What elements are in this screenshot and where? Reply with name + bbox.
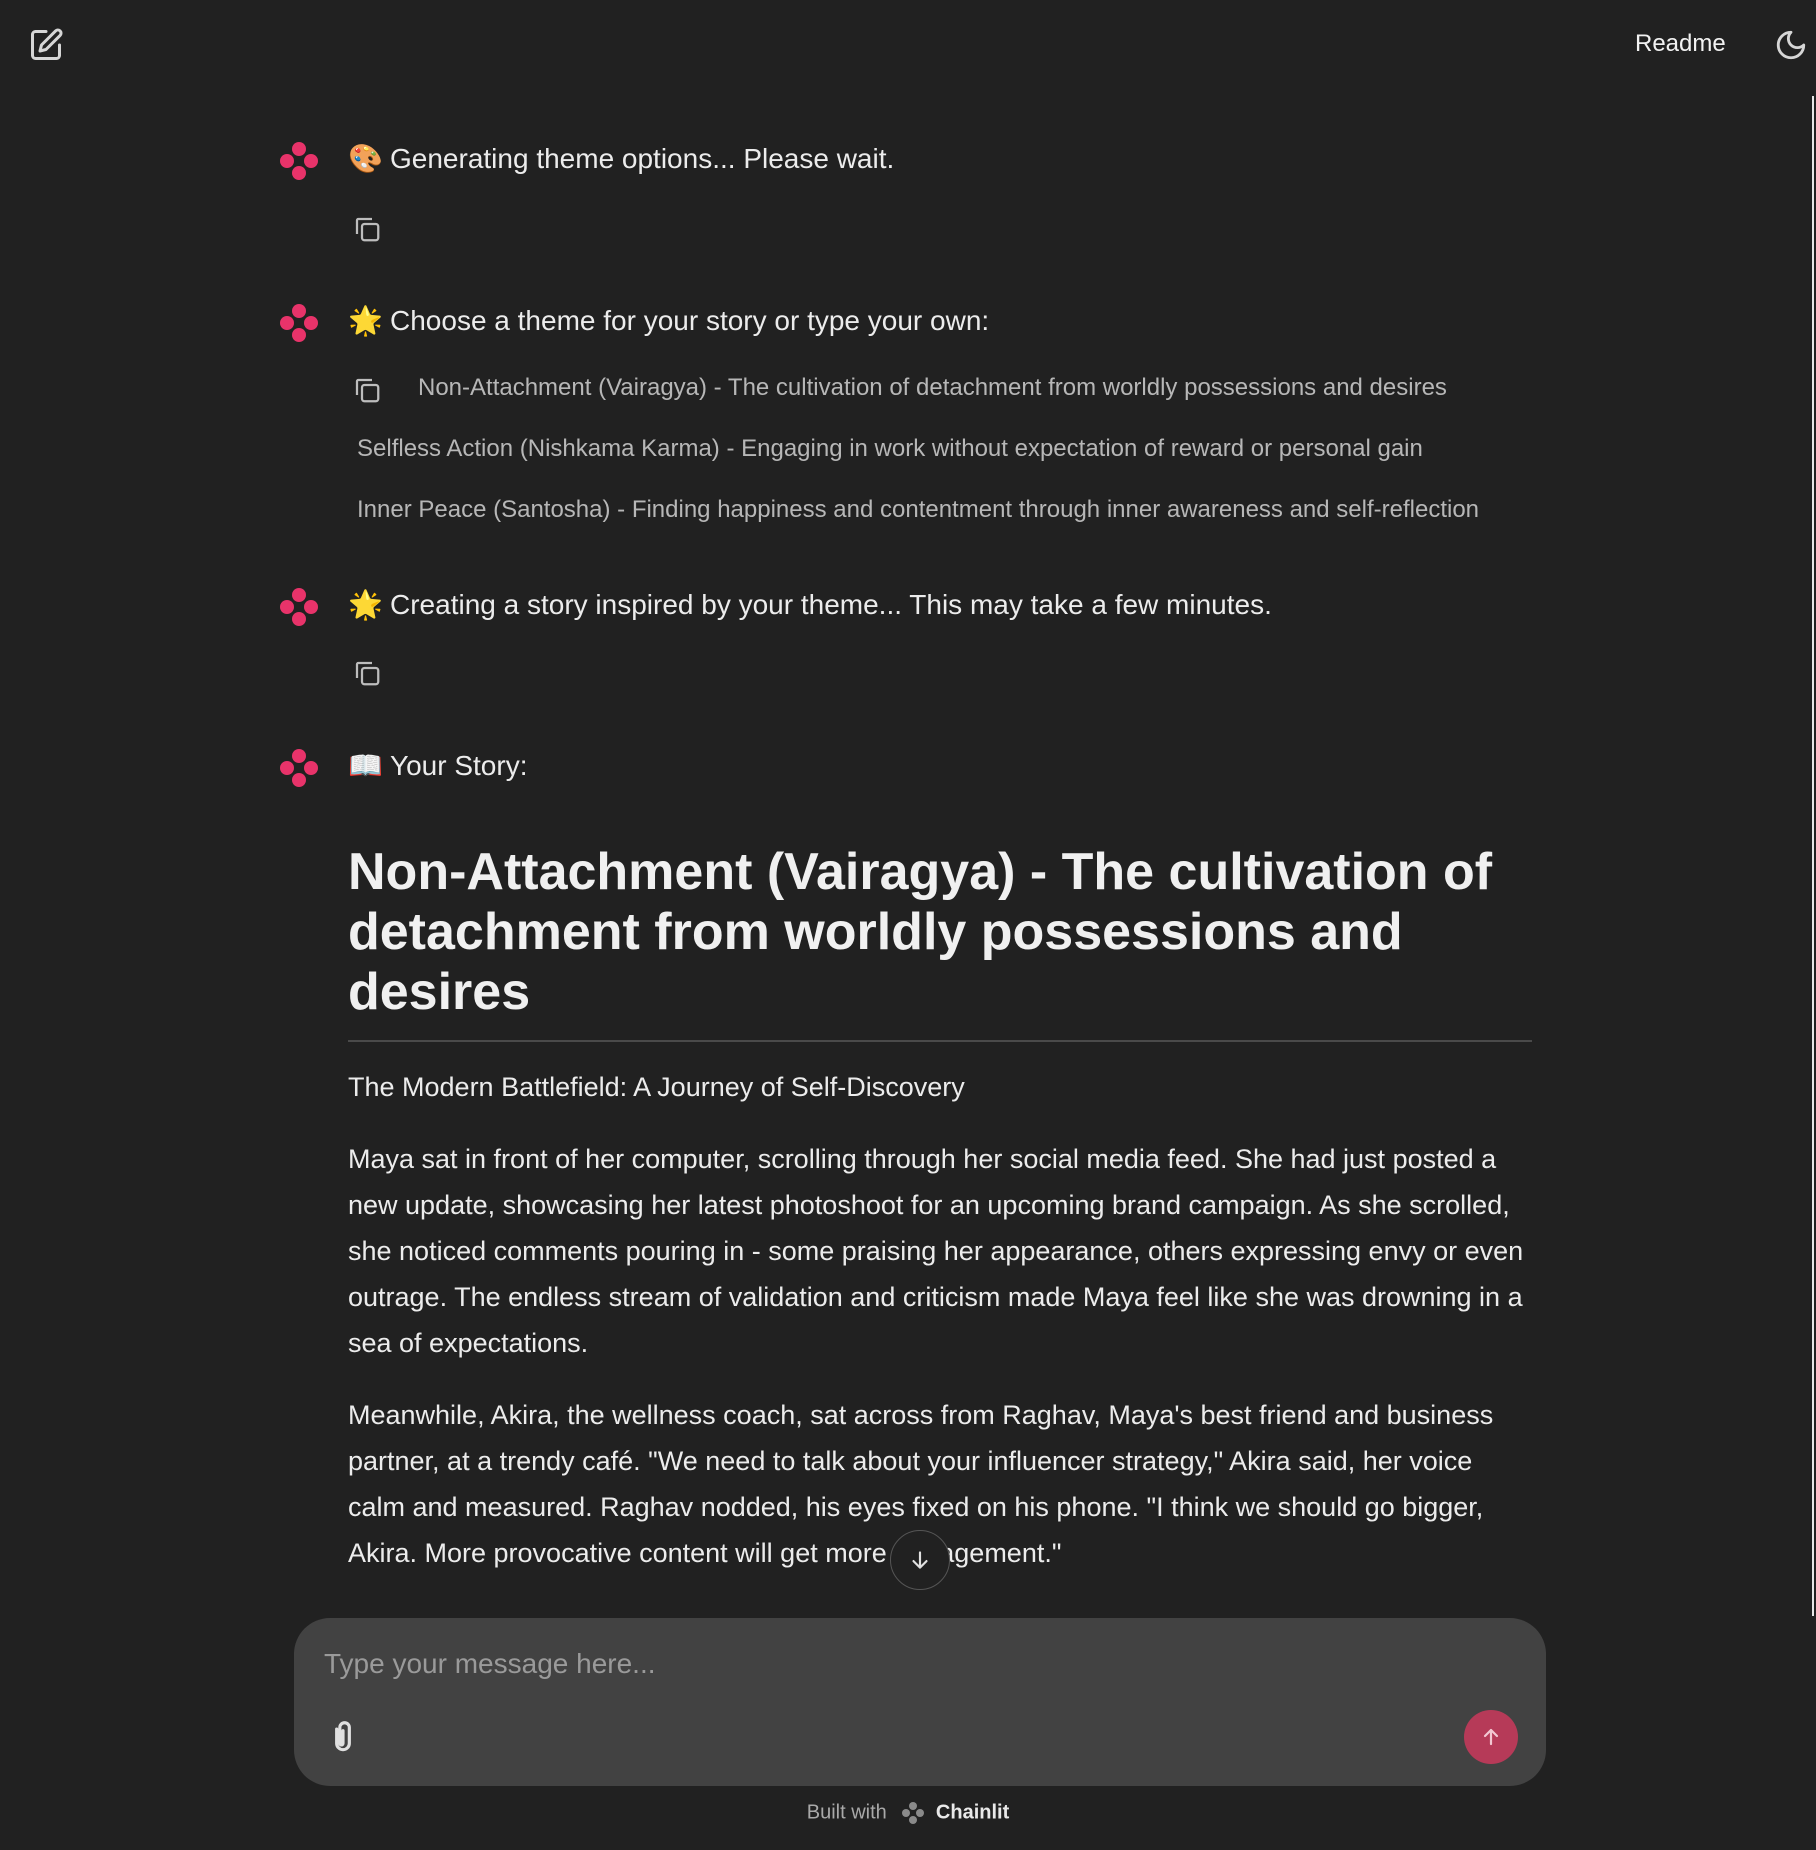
arrow-up-icon: [1483, 1728, 1499, 1746]
top-bar: Readme: [0, 0, 1816, 92]
copy-icon[interactable]: [352, 214, 382, 244]
message-content: Generating theme options... Please wait.: [390, 143, 895, 174]
chainlit-avatar-icon: [280, 588, 318, 626]
message-input[interactable]: [322, 1640, 1506, 1688]
scrollbar[interactable]: [1812, 96, 1814, 1616]
message-composer: [294, 1618, 1546, 1786]
palette-emoji: 🎨: [348, 143, 383, 174]
star-emoji: 🌟: [348, 305, 383, 336]
message-text: 🌟 Choose a theme for your story or type y…: [348, 304, 989, 337]
message-text: 🎨 Generating theme options... Please wait…: [348, 142, 894, 175]
message-content: Choose a theme for your story or type yo…: [390, 305, 990, 336]
paperclip-icon[interactable]: [324, 1718, 362, 1756]
chainlit-link[interactable]: Chainlit: [936, 1801, 1009, 1823]
star-emoji: 🌟: [348, 589, 383, 620]
theme-option-button[interactable]: Non-Attachment (Vairagya) - The cultivat…: [418, 374, 1447, 402]
edit-icon[interactable]: [28, 27, 64, 63]
chainlit-logo-icon: [902, 1802, 925, 1824]
message-text: 🌟 Creating a story inspired by your theme…: [348, 588, 1272, 621]
chainlit-avatar-icon: [280, 749, 318, 787]
arrow-down-icon: [912, 1551, 928, 1569]
send-button[interactable]: [1464, 1710, 1518, 1764]
footer: Built with Chainlit: [0, 1800, 1816, 1826]
message-content: Your Story:: [390, 750, 528, 781]
built-with-text: Built with: [806, 1801, 887, 1824]
readme-button[interactable]: Readme: [1635, 30, 1726, 58]
scroll-to-bottom-button[interactable]: [890, 1530, 950, 1590]
story-subtitle: The Modern Battlefield: A Journey of Sel…: [348, 1072, 965, 1102]
copy-icon[interactable]: [352, 375, 382, 405]
moon-icon[interactable]: [1774, 28, 1808, 62]
copy-icon[interactable]: [352, 658, 382, 688]
chainlit-avatar-icon: [280, 304, 318, 342]
story-heading: Non-Attachment (Vairagya) - The cultivat…: [348, 842, 1532, 1042]
book-emoji: 📖: [348, 750, 383, 781]
chainlit-avatar-icon: [280, 142, 318, 180]
message-text: 📖 Your Story:: [348, 749, 527, 782]
message-content: Creating a story inspired by your theme.…: [390, 589, 1272, 620]
theme-option-button[interactable]: Inner Peace (Santosha) - Finding happine…: [357, 496, 1479, 524]
theme-option-button[interactable]: Selfless Action (Nishkama Karma) - Engag…: [357, 435, 1423, 463]
story-paragraph: Maya sat in front of her computer, scrol…: [348, 1144, 1524, 1358]
story-content: Non-Attachment (Vairagya) - The cultivat…: [348, 842, 1532, 1576]
